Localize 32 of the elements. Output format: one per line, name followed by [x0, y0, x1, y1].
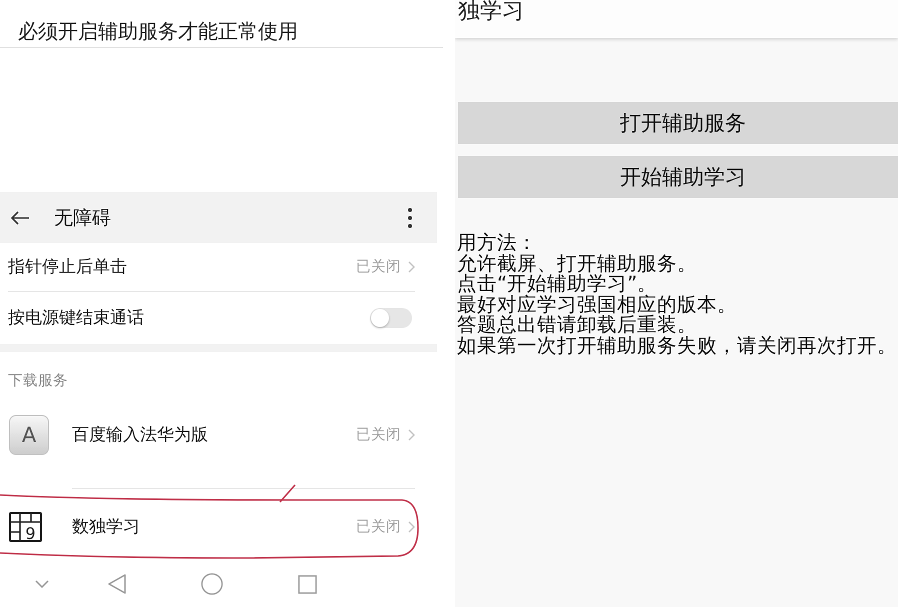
status-text: 已关闭	[356, 258, 401, 276]
service-label[interactable]: 百度输入法华为版	[72, 424, 208, 446]
chevron-right-icon	[408, 521, 415, 533]
app-icon: A	[9, 415, 49, 455]
status-text: 已关闭	[356, 518, 401, 536]
section-header: 下载服务	[8, 372, 69, 390]
chevron-right-icon	[408, 429, 415, 441]
action-button[interactable]: 开始辅助学习	[458, 156, 898, 198]
setting-label[interactable]: 指针停止后单击	[8, 256, 127, 278]
chevron-right-icon	[408, 261, 415, 273]
action-button[interactable]: 打开辅助服务	[458, 102, 898, 144]
service-label[interactable]: 数独学习	[72, 516, 140, 538]
grid-app-icon: 9	[9, 512, 42, 542]
instruction-text: 允许截屏、打开辅助服务。	[457, 254, 698, 274]
recents-icon[interactable]	[298, 574, 317, 594]
home-icon[interactable]	[201, 573, 223, 595]
back-icon[interactable]	[108, 574, 126, 594]
instruction-text: 如果第一次打开辅助服务失败，请关闭再次打开。	[457, 336, 898, 356]
toolbar-title: 无障碍	[54, 206, 111, 230]
app-title: 独学习	[458, 0, 525, 24]
toggle-switch[interactable]	[370, 308, 412, 328]
back-arrow-icon[interactable]	[10, 210, 30, 226]
chevron-down-icon[interactable]	[35, 580, 49, 588]
more-options-icon[interactable]	[408, 208, 412, 228]
instruction-text: 答题总出错请卸载后重装。	[457, 315, 697, 336]
status-text: 已关闭	[356, 426, 401, 444]
annotation-stroke	[279, 484, 296, 503]
instruction-text: 点击“开始辅助学习”。	[457, 274, 658, 294]
notice-text: 必须开启辅助服务才能正常使用	[18, 18, 299, 44]
setting-label[interactable]: 按电源键结束通话	[8, 307, 144, 329]
instructions-heading: 用方法：	[457, 233, 538, 254]
instruction-text: 最好对应学习强国相应的版本。	[457, 294, 738, 315]
